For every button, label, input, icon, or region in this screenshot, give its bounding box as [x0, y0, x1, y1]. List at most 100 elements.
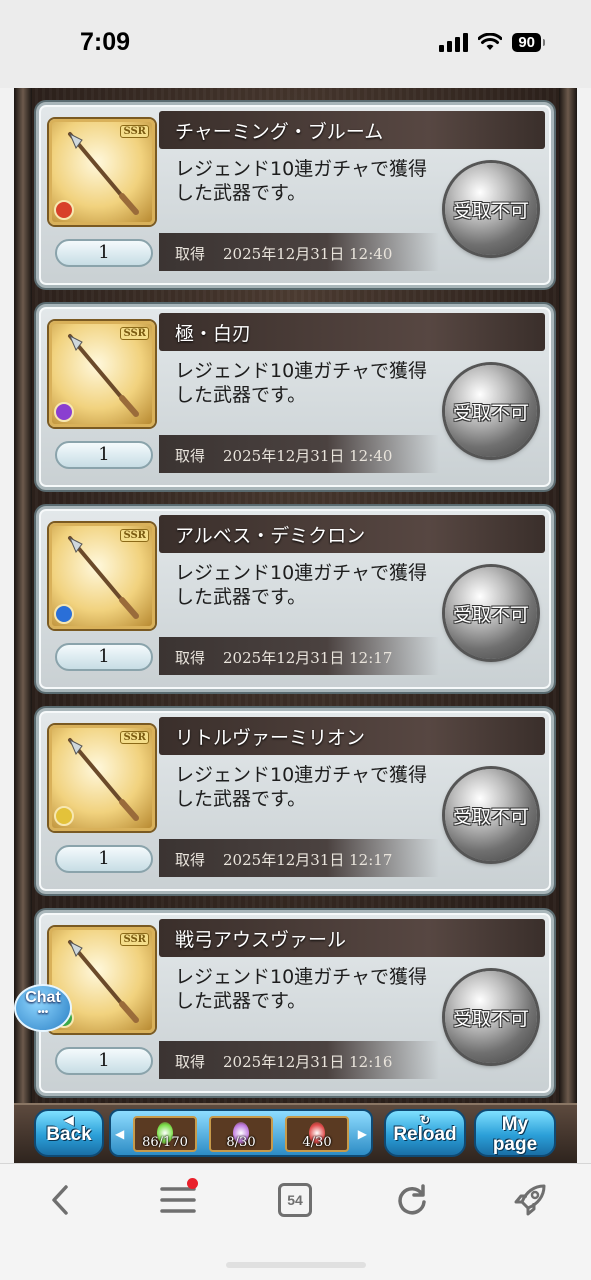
claim-button[interactable]: 受取不可 [445, 365, 537, 457]
mypage-label-line1: My [501, 1114, 529, 1135]
strip-left-arrow-icon[interactable]: ◀ [115, 1127, 124, 1141]
claim-button-label: 受取不可 [452, 199, 529, 222]
browser-refresh-button[interactable] [390, 1180, 434, 1220]
element-icon [54, 200, 74, 220]
obtained-label: 取得 [175, 1053, 206, 1071]
frame-rail-right [559, 88, 577, 1103]
browser-rocket-button[interactable] [508, 1180, 552, 1220]
element-icon [54, 604, 74, 624]
claim-button[interactable]: 受取不可 [445, 769, 537, 861]
reload-button[interactable]: ↻ Reload [384, 1109, 466, 1157]
battery-indicator: 90 [512, 32, 545, 52]
obtained-date: 2025年12月31日 12:17 [223, 649, 393, 667]
claim-button-label: 受取不可 [452, 603, 529, 626]
chat-label: Chat [25, 989, 61, 1006]
item-name: 極・白刃 [175, 323, 252, 345]
strip-right-arrow-icon[interactable]: ▶ [358, 1127, 367, 1141]
claim-button[interactable]: 受取不可 [445, 163, 537, 255]
item-name: 戦弓アウスヴァール [175, 929, 347, 951]
rarity-badge: SSR [120, 327, 149, 340]
chat-button[interactable]: Chat ••• [14, 984, 72, 1032]
resource-ap-count: 86/170 [142, 1135, 188, 1150]
notification-dot [187, 1178, 198, 1189]
item-description: レジェンド10連ガチャで獲得した武器です。 [175, 966, 427, 1012]
obtained-row: 取得 2025年12月31日 12:16 [175, 1051, 392, 1072]
wifi-icon [478, 33, 503, 50]
rarity-badge: SSR [120, 125, 149, 138]
browser-back-button[interactable] [38, 1180, 82, 1220]
game-bottom-bar: ◀ Back ◀ 86/170 8/30 4/30 ▶ ↻ Reload My [14, 1103, 577, 1163]
obtained-row: 取得 2025年12月31日 12:17 [175, 849, 392, 870]
weapon-thumbnail[interactable]: SSR [49, 321, 155, 427]
reload-icon: ↻ [419, 1113, 431, 1127]
back-arrow-icon [52, 1185, 68, 1215]
resource-soul-berry[interactable]: 4/30 [285, 1116, 349, 1152]
item-card: SSR 極・白刃 レジェンド10連ガチャで獲得した武器です。 1 取得 2025… [36, 304, 554, 490]
weapon-thumbnail[interactable]: SSR [49, 725, 155, 831]
item-quantity: 1 [55, 643, 153, 671]
back-arrow-icon: ◀ [64, 1113, 74, 1127]
obtained-label: 取得 [175, 447, 206, 465]
resource-half-elixir-count: 8/30 [226, 1135, 256, 1150]
browser-tabs-button[interactable]: 54 [273, 1180, 317, 1220]
back-label: Back [46, 1124, 92, 1145]
claim-button-label: 受取不可 [452, 805, 529, 828]
refresh-icon [398, 1184, 426, 1215]
status-icons: 90 [439, 32, 545, 52]
weapon-thumbnail[interactable]: SSR [49, 119, 155, 225]
rarity-badge: SSR [120, 529, 149, 542]
rocket-icon [514, 1184, 546, 1216]
obtained-label: 取得 [175, 851, 206, 869]
obtained-label: 取得 [175, 649, 206, 667]
item-card: SSR チャーミング・ブルーム レジェンド10連ガチャで獲得した武器です。 1 … [36, 102, 554, 288]
item-quantity: 1 [55, 845, 153, 873]
item-quantity: 1 [55, 441, 153, 469]
reload-label: Reload [393, 1124, 457, 1145]
claim-button-label: 受取不可 [452, 1007, 529, 1030]
rarity-badge: SSR [120, 731, 149, 744]
item-description: レジェンド10連ガチャで獲得した武器です。 [175, 764, 427, 810]
obtained-label: 取得 [175, 245, 206, 263]
menu-icon [160, 1187, 196, 1213]
claim-button[interactable]: 受取不可 [445, 971, 537, 1063]
obtained-row: 取得 2025年12月31日 12:17 [175, 647, 392, 668]
item-card: SSR 戦弓アウスヴァール レジェンド10連ガチャで獲得した武器です。 1 取得… [36, 910, 554, 1096]
mypage-label-line2: page [492, 1134, 538, 1155]
item-name: チャーミング・ブルーム [175, 121, 384, 143]
item-quantity: 1 [55, 239, 153, 267]
obtained-date: 2025年12月31日 12:17 [223, 851, 393, 869]
resource-ap[interactable]: 86/170 [133, 1116, 197, 1152]
home-indicator [225, 1262, 366, 1268]
item-card: SSR アルベス・デミクロン レジェンド10連ガチャで獲得した武器です。 1 取… [36, 506, 554, 692]
cellular-signal-icon [439, 32, 469, 52]
weapon-thumbnail[interactable]: SSR [49, 523, 155, 629]
item-card: SSR リトルヴァーミリオン レジェンド10連ガチャで獲得した武器です。 1 取… [36, 708, 554, 894]
resource-soul-berry-count: 4/30 [302, 1135, 332, 1150]
item-quantity: 1 [55, 1047, 153, 1075]
resource-strip: ◀ 86/170 8/30 4/30 ▶ [109, 1109, 373, 1157]
tabs-icon: 54 [278, 1183, 312, 1217]
claim-button[interactable]: 受取不可 [445, 567, 537, 659]
item-name: リトルヴァーミリオン [175, 727, 366, 749]
obtained-row: 取得 2025年12月31日 12:40 [175, 445, 392, 466]
obtained-row: 取得 2025年12月31日 12:40 [175, 243, 392, 264]
item-description: レジェンド10連ガチャで獲得した武器です。 [175, 360, 427, 406]
element-icon [54, 806, 74, 826]
item-description: レジェンド10連ガチャで獲得した武器です。 [175, 562, 427, 608]
status-bar: 7:09 90 [0, 0, 591, 88]
browser-menu-button[interactable] [156, 1178, 200, 1220]
chat-dots: ••• [37, 1007, 49, 1018]
resource-half-elixir[interactable]: 8/30 [209, 1116, 273, 1152]
mypage-button[interactable]: My page [474, 1109, 556, 1157]
status-time: 7:09 [80, 28, 131, 56]
element-icon [54, 402, 74, 422]
obtained-date: 2025年12月31日 12:40 [223, 447, 393, 465]
obtained-date: 2025年12月31日 12:40 [223, 245, 393, 263]
obtained-date: 2025年12月31日 12:16 [223, 1053, 393, 1071]
back-button[interactable]: ◀ Back [34, 1109, 104, 1157]
item-description: レジェンド10連ガチャで獲得した武器です。 [175, 158, 427, 204]
frame-rail-left [14, 88, 32, 1103]
claim-button-label: 受取不可 [452, 401, 529, 424]
game-viewport: SSR チャーミング・ブルーム レジェンド10連ガチャで獲得した武器です。 1 … [14, 88, 577, 1163]
rarity-badge: SSR [120, 933, 149, 946]
